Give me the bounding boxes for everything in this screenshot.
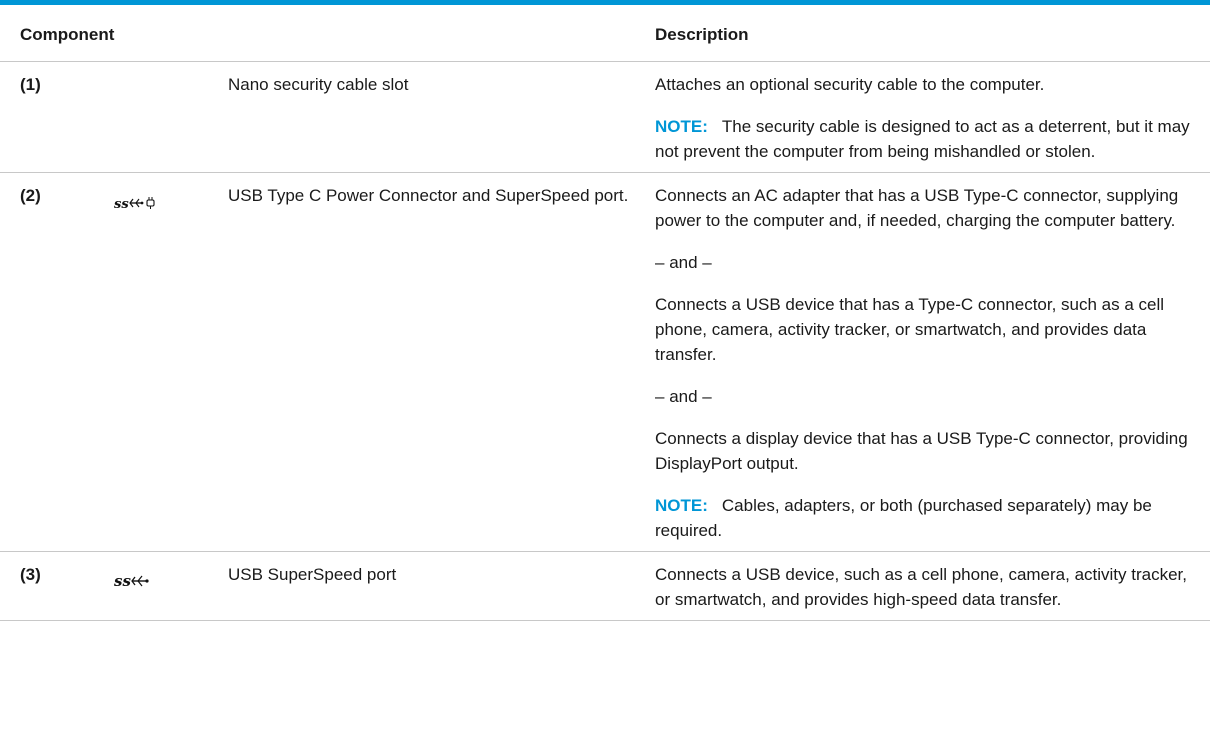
component-name: Nano security cable slot — [228, 61, 656, 173]
table-row: (1) Nano security cable slot Attaches an… — [0, 61, 1210, 173]
row-number: (3) — [0, 551, 95, 621]
note-paragraph: NOTE: Cables, adapters, or both (purchase… — [655, 493, 1190, 543]
row-icon-cell — [95, 61, 228, 173]
description-paragraph: – and – — [655, 253, 712, 272]
usb-ss-power-icon: ss — [114, 193, 158, 218]
row-number: (2) — [0, 172, 95, 552]
description-paragraph: Connects a display device that has a USB… — [655, 429, 1188, 473]
note-text: Cables, adapters, or both (purchased sep… — [655, 496, 1152, 540]
description-paragraph: Attaches an optional security cable to t… — [655, 75, 1045, 94]
component-description: Connects an AC adapter that has a USB Ty… — [655, 172, 1210, 552]
document-page: Component Description (1) Nano security … — [0, 0, 1210, 746]
header-component: Component — [0, 5, 656, 62]
note-label: NOTE: — [655, 496, 708, 515]
component-name: USB Type C Power Connector and SuperSpee… — [228, 172, 656, 552]
note-label: NOTE: — [655, 117, 708, 136]
table-row: (2) ss USB Type C Power Connector and Su… — [0, 172, 1210, 552]
component-description: Connects a USB device, such as a cell ph… — [655, 551, 1210, 621]
header-description: Description — [655, 5, 1210, 62]
table-header-row: Component Description — [0, 5, 1210, 62]
row-number: (1) — [0, 61, 95, 173]
usb-ss-icon: ss — [114, 572, 150, 597]
description-paragraph: Connects an AC adapter that has a USB Ty… — [655, 186, 1179, 230]
component-description: Attaches an optional security cable to t… — [655, 61, 1210, 173]
description-paragraph: Connects a USB device, such as a cell ph… — [655, 565, 1187, 609]
table-row: (3) ss USB SuperSpeed port Connects a US… — [0, 551, 1210, 621]
note-text: The security cable is designed to act as… — [655, 117, 1190, 161]
description-paragraph: Connects a USB device that has a Type-C … — [655, 295, 1165, 364]
note-paragraph: NOTE: The security cable is designed to a… — [655, 114, 1190, 164]
description-paragraph: – and – — [655, 387, 712, 406]
svg-text:ss: ss — [114, 572, 131, 590]
component-name: USB SuperSpeed port — [228, 551, 656, 621]
component-table: Component Description (1) Nano security … — [0, 5, 1210, 621]
row-icon-cell: ss — [95, 551, 228, 621]
row-icon-cell: ss — [95, 172, 228, 552]
svg-text:ss: ss — [114, 197, 129, 211]
